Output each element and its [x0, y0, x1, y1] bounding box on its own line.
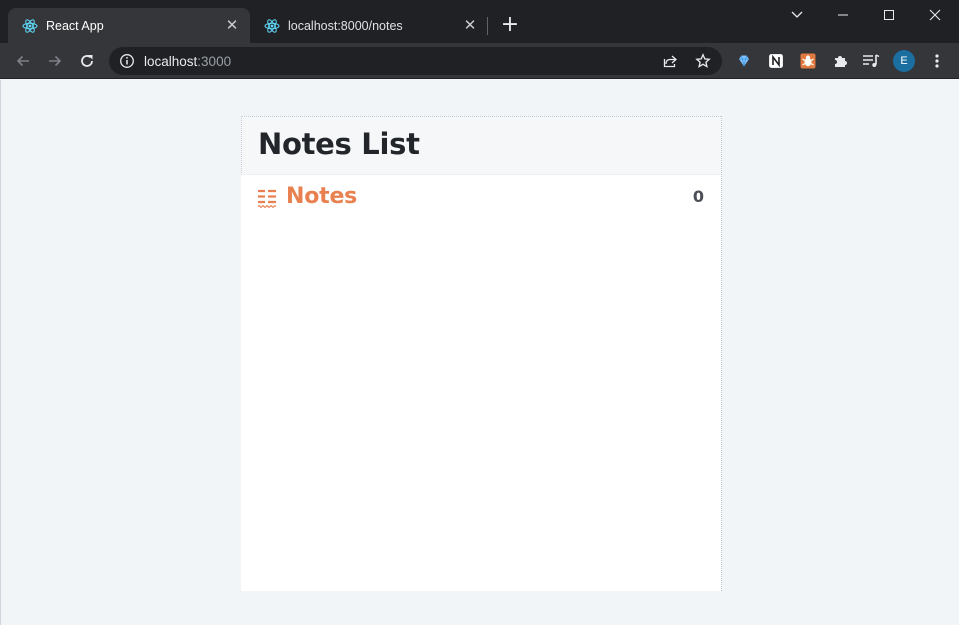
media-controls-button[interactable] [862, 52, 880, 70]
minimize-icon [838, 14, 848, 16]
extension-gem-button[interactable] [735, 52, 753, 70]
back-arrow-icon [16, 55, 29, 67]
tab-title: localhost:8000/notes [288, 18, 403, 33]
tab-strip: React App ✕ localhost:8000/notes ✕ + [0, 0, 959, 43]
new-tab-button[interactable]: + [499, 14, 521, 36]
notes-summary-row: Notes 0 [241, 175, 721, 219]
react-logo-icon [264, 18, 280, 33]
notes-container: Notes List Notes 0 [241, 116, 722, 591]
reload-button[interactable] [75, 49, 99, 73]
extension-notion-button[interactable] [767, 52, 785, 70]
chevron-down-icon [791, 11, 803, 18]
forward-button[interactable] [43, 49, 67, 73]
extension-bug-button[interactable] [799, 52, 817, 70]
url-text[interactable]: localhost:3000 [144, 54, 231, 69]
avatar[interactable]: E [893, 50, 915, 72]
back-button[interactable] [11, 49, 35, 73]
star-icon[interactable] [695, 53, 711, 69]
more-vert-icon [935, 54, 939, 68]
tab-title: React App [46, 18, 104, 33]
close-icon[interactable]: ✕ [224, 18, 240, 34]
tab-localhost-notes[interactable]: localhost:8000/notes ✕ [250, 8, 488, 43]
page-title: Notes List [258, 127, 420, 161]
tab-react-app[interactable]: React App ✕ [8, 8, 250, 43]
minimize-button[interactable] [832, 4, 854, 26]
forward-arrow-icon [49, 55, 62, 67]
url-port: :3000 [197, 54, 232, 69]
bug-extension-icon [800, 53, 816, 69]
menu-button[interactable] [928, 52, 946, 70]
tab-divider [487, 17, 488, 35]
tab-search-button[interactable] [786, 4, 808, 26]
maximize-button[interactable] [878, 4, 900, 26]
puzzle-icon [835, 56, 847, 67]
share-icon[interactable] [662, 53, 678, 69]
notion-icon [769, 54, 783, 68]
maximize-icon [884, 10, 894, 20]
address-bar[interactable]: localhost:3000 [109, 47, 722, 75]
page-viewport: Notes List Notes 0 [0, 80, 959, 625]
react-logo-icon [22, 18, 38, 33]
browser-toolbar: localhost:3000 E [0, 43, 959, 79]
reload-icon [81, 55, 93, 67]
playlist-music-icon [863, 54, 880, 67]
gem-extension-icon [739, 55, 749, 67]
extensions-button[interactable] [831, 52, 849, 70]
notes-section-label: Notes [286, 184, 358, 209]
list-icon [257, 189, 277, 208]
info-icon[interactable] [119, 53, 135, 69]
url-host: localhost [144, 54, 198, 69]
notes-count: 0 [692, 187, 704, 206]
window-close-button[interactable] [924, 4, 946, 26]
close-icon [929, 9, 941, 21]
close-icon[interactable]: ✕ [462, 18, 478, 34]
notes-header: Notes List [241, 116, 721, 175]
